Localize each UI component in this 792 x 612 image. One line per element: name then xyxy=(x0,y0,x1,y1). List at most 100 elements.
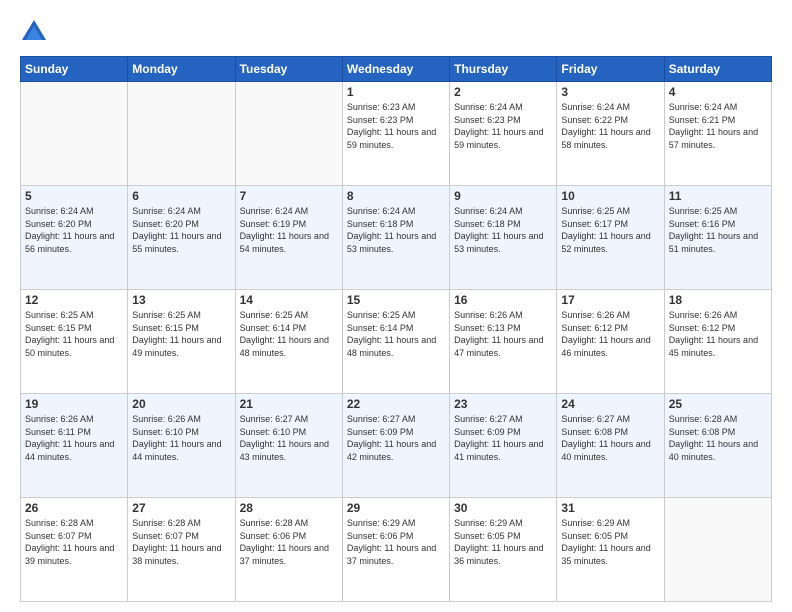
day-number: 2 xyxy=(454,85,552,99)
calendar-cell: 6 Sunrise: 6:24 AM Sunset: 6:20 PM Daylig… xyxy=(128,186,235,290)
calendar-cell xyxy=(128,82,235,186)
weekday-header-sunday: Sunday xyxy=(21,57,128,82)
week-row-1: 1 Sunrise: 6:23 AM Sunset: 6:23 PM Daylig… xyxy=(21,82,772,186)
day-number: 4 xyxy=(669,85,767,99)
day-number: 12 xyxy=(25,293,123,307)
day-info: Sunrise: 6:25 AM Sunset: 6:14 PM Dayligh… xyxy=(347,309,445,359)
calendar-cell: 26 Sunrise: 6:28 AM Sunset: 6:07 PM Dayli… xyxy=(21,498,128,602)
calendar-cell: 30 Sunrise: 6:29 AM Sunset: 6:05 PM Dayli… xyxy=(450,498,557,602)
day-number: 14 xyxy=(240,293,338,307)
day-info: Sunrise: 6:24 AM Sunset: 6:20 PM Dayligh… xyxy=(25,205,123,255)
day-number: 5 xyxy=(25,189,123,203)
day-info: Sunrise: 6:27 AM Sunset: 6:10 PM Dayligh… xyxy=(240,413,338,463)
day-info: Sunrise: 6:24 AM Sunset: 6:18 PM Dayligh… xyxy=(347,205,445,255)
day-number: 6 xyxy=(132,189,230,203)
calendar-cell: 22 Sunrise: 6:27 AM Sunset: 6:09 PM Dayli… xyxy=(342,394,449,498)
day-info: Sunrise: 6:28 AM Sunset: 6:07 PM Dayligh… xyxy=(25,517,123,567)
day-number: 13 xyxy=(132,293,230,307)
day-info: Sunrise: 6:24 AM Sunset: 6:22 PM Dayligh… xyxy=(561,101,659,151)
day-number: 10 xyxy=(561,189,659,203)
weekday-header-friday: Friday xyxy=(557,57,664,82)
calendar-cell xyxy=(664,498,771,602)
calendar-cell: 18 Sunrise: 6:26 AM Sunset: 6:12 PM Dayli… xyxy=(664,290,771,394)
day-info: Sunrise: 6:25 AM Sunset: 6:14 PM Dayligh… xyxy=(240,309,338,359)
day-info: Sunrise: 6:24 AM Sunset: 6:23 PM Dayligh… xyxy=(454,101,552,151)
weekday-header-tuesday: Tuesday xyxy=(235,57,342,82)
day-number: 20 xyxy=(132,397,230,411)
calendar-cell: 21 Sunrise: 6:27 AM Sunset: 6:10 PM Dayli… xyxy=(235,394,342,498)
calendar-cell: 28 Sunrise: 6:28 AM Sunset: 6:06 PM Dayli… xyxy=(235,498,342,602)
calendar-cell: 19 Sunrise: 6:26 AM Sunset: 6:11 PM Dayli… xyxy=(21,394,128,498)
day-number: 7 xyxy=(240,189,338,203)
page: SundayMondayTuesdayWednesdayThursdayFrid… xyxy=(0,0,792,612)
day-number: 8 xyxy=(347,189,445,203)
weekday-header-wednesday: Wednesday xyxy=(342,57,449,82)
day-info: Sunrise: 6:25 AM Sunset: 6:15 PM Dayligh… xyxy=(132,309,230,359)
day-info: Sunrise: 6:25 AM Sunset: 6:15 PM Dayligh… xyxy=(25,309,123,359)
calendar-cell: 1 Sunrise: 6:23 AM Sunset: 6:23 PM Daylig… xyxy=(342,82,449,186)
day-number: 23 xyxy=(454,397,552,411)
day-info: Sunrise: 6:27 AM Sunset: 6:09 PM Dayligh… xyxy=(347,413,445,463)
day-info: Sunrise: 6:25 AM Sunset: 6:16 PM Dayligh… xyxy=(669,205,767,255)
day-info: Sunrise: 6:28 AM Sunset: 6:06 PM Dayligh… xyxy=(240,517,338,567)
calendar-cell: 17Sunrise: 6:26 AM Sunset: 6:12 PM Dayli… xyxy=(557,290,664,394)
logo xyxy=(20,18,52,46)
day-number: 28 xyxy=(240,501,338,515)
day-info: Sunrise: 6:29 AM Sunset: 6:06 PM Dayligh… xyxy=(347,517,445,567)
logo-icon xyxy=(20,18,48,46)
day-info: Sunrise: 6:28 AM Sunset: 6:07 PM Dayligh… xyxy=(132,517,230,567)
calendar-cell: 8 Sunrise: 6:24 AM Sunset: 6:18 PM Daylig… xyxy=(342,186,449,290)
calendar-cell: 27 Sunrise: 6:28 AM Sunset: 6:07 PM Dayli… xyxy=(128,498,235,602)
calendar-cell: 31 Sunrise: 6:29 AM Sunset: 6:05 PM Dayli… xyxy=(557,498,664,602)
day-number: 27 xyxy=(132,501,230,515)
calendar-cell: 15Sunrise: 6:25 AM Sunset: 6:14 PM Dayli… xyxy=(342,290,449,394)
day-number: 21 xyxy=(240,397,338,411)
day-info: Sunrise: 6:29 AM Sunset: 6:05 PM Dayligh… xyxy=(454,517,552,567)
calendar-cell: 16 Sunrise: 6:26 AM Sunset: 6:13 PM Dayli… xyxy=(450,290,557,394)
day-number: 29 xyxy=(347,501,445,515)
day-info: Sunrise: 6:28 AM Sunset: 6:08 PM Dayligh… xyxy=(669,413,767,463)
day-info: Sunrise: 6:24 AM Sunset: 6:21 PM Dayligh… xyxy=(669,101,767,151)
day-info: Sunrise: 6:26 AM Sunset: 6:12 PM Dayligh… xyxy=(669,309,767,359)
day-number: 16 xyxy=(454,293,552,307)
week-row-2: 5 Sunrise: 6:24 AM Sunset: 6:20 PM Daylig… xyxy=(21,186,772,290)
day-number: 30 xyxy=(454,501,552,515)
day-info: Sunrise: 6:29 AM Sunset: 6:05 PM Dayligh… xyxy=(561,517,659,567)
day-info: Sunrise: 6:26 AM Sunset: 6:11 PM Dayligh… xyxy=(25,413,123,463)
day-info: Sunrise: 6:23 AM Sunset: 6:23 PM Dayligh… xyxy=(347,101,445,151)
day-number: 1 xyxy=(347,85,445,99)
day-info: Sunrise: 6:24 AM Sunset: 6:20 PM Dayligh… xyxy=(132,205,230,255)
day-number: 19 xyxy=(25,397,123,411)
calendar-cell: 2 Sunrise: 6:24 AM Sunset: 6:23 PM Daylig… xyxy=(450,82,557,186)
day-number: 18 xyxy=(669,293,767,307)
day-info: Sunrise: 6:27 AM Sunset: 6:08 PM Dayligh… xyxy=(561,413,659,463)
day-number: 22 xyxy=(347,397,445,411)
day-number: 31 xyxy=(561,501,659,515)
weekday-header-row: SundayMondayTuesdayWednesdayThursdayFrid… xyxy=(21,57,772,82)
calendar-cell: 5 Sunrise: 6:24 AM Sunset: 6:20 PM Daylig… xyxy=(21,186,128,290)
calendar-cell: 25 Sunrise: 6:28 AM Sunset: 6:08 PM Dayli… xyxy=(664,394,771,498)
day-number: 26 xyxy=(25,501,123,515)
header xyxy=(20,18,772,46)
calendar-cell: 10Sunrise: 6:25 AM Sunset: 6:17 PM Dayli… xyxy=(557,186,664,290)
calendar-cell xyxy=(21,82,128,186)
weekday-header-saturday: Saturday xyxy=(664,57,771,82)
day-number: 17 xyxy=(561,293,659,307)
calendar-cell: 11 Sunrise: 6:25 AM Sunset: 6:16 PM Dayli… xyxy=(664,186,771,290)
week-row-3: 12 Sunrise: 6:25 AM Sunset: 6:15 PM Dayli… xyxy=(21,290,772,394)
calendar-cell: 24 Sunrise: 6:27 AM Sunset: 6:08 PM Dayli… xyxy=(557,394,664,498)
day-info: Sunrise: 6:26 AM Sunset: 6:13 PM Dayligh… xyxy=(454,309,552,359)
day-number: 25 xyxy=(669,397,767,411)
day-number: 3 xyxy=(561,85,659,99)
day-info: Sunrise: 6:27 AM Sunset: 6:09 PM Dayligh… xyxy=(454,413,552,463)
weekday-header-thursday: Thursday xyxy=(450,57,557,82)
calendar-cell: 14 Sunrise: 6:25 AM Sunset: 6:14 PM Dayli… xyxy=(235,290,342,394)
calendar-cell: 13 Sunrise: 6:25 AM Sunset: 6:15 PM Dayli… xyxy=(128,290,235,394)
day-number: 24 xyxy=(561,397,659,411)
day-number: 11 xyxy=(669,189,767,203)
calendar-cell: 3 Sunrise: 6:24 AM Sunset: 6:22 PM Daylig… xyxy=(557,82,664,186)
day-number: 9 xyxy=(454,189,552,203)
calendar-cell: 4 Sunrise: 6:24 AM Sunset: 6:21 PM Daylig… xyxy=(664,82,771,186)
calendar-cell: 23 Sunrise: 6:27 AM Sunset: 6:09 PM Dayli… xyxy=(450,394,557,498)
day-info: Sunrise: 6:24 AM Sunset: 6:19 PM Dayligh… xyxy=(240,205,338,255)
